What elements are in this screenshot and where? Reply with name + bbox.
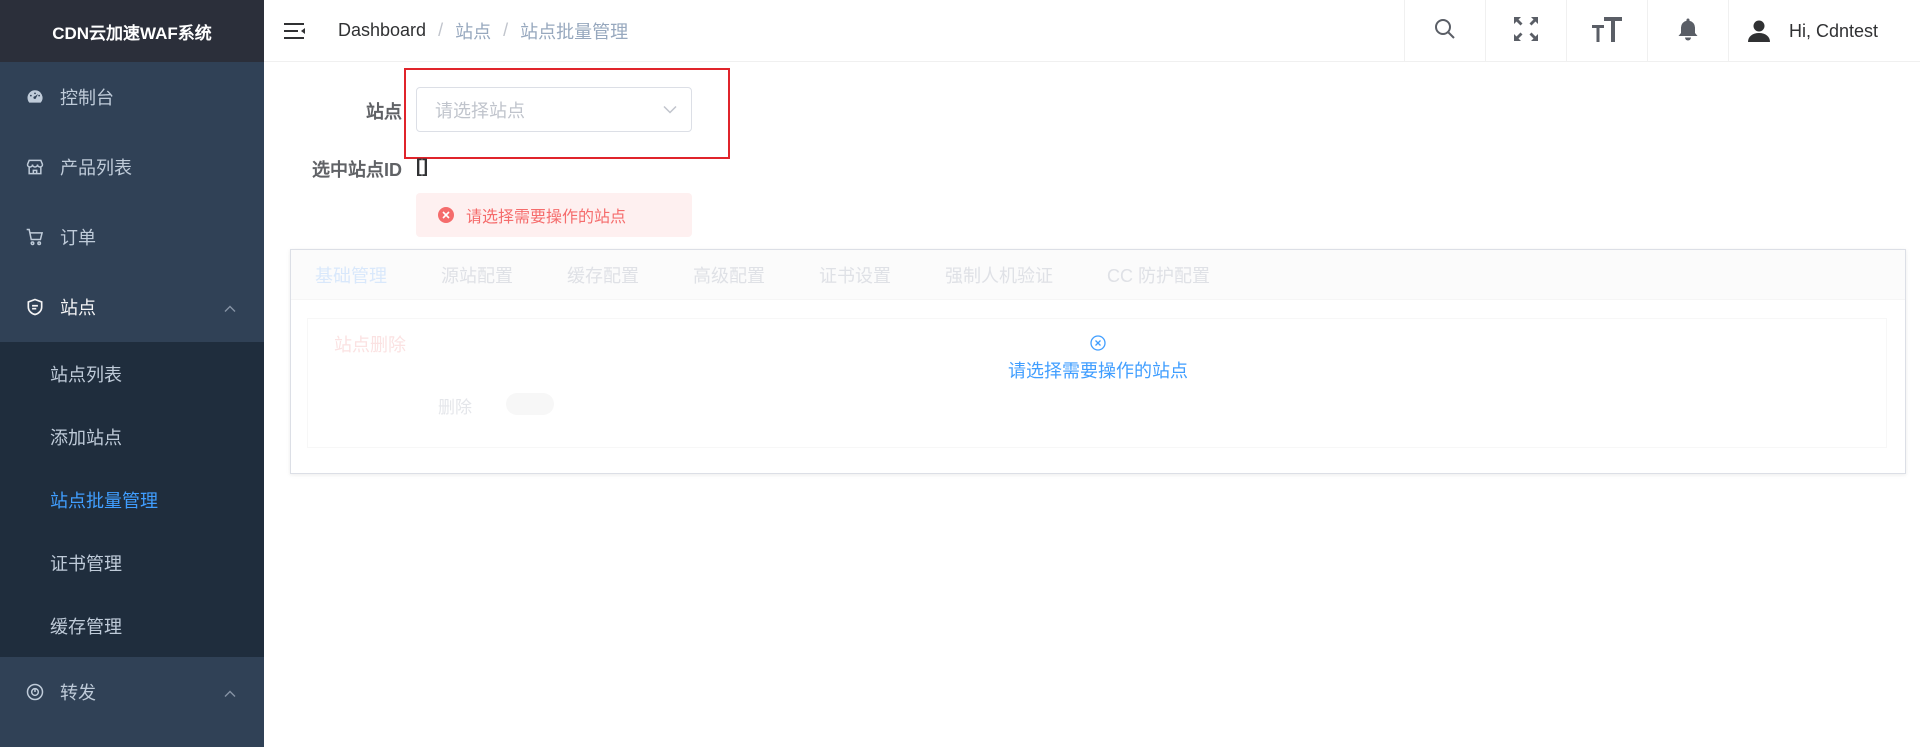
sidebar-item-label: 订单 [60, 228, 96, 248]
chevron-up-icon [224, 297, 236, 318]
sidebar-item-sites[interactable]: 站点 [0, 272, 264, 342]
cart-icon [24, 226, 46, 248]
sidebar-item-forward[interactable]: 转发 [0, 657, 264, 727]
error-circle-icon [438, 207, 454, 223]
site-label: 站点 [366, 102, 402, 122]
font-size-button[interactable] [1565, 0, 1647, 62]
selected-ids-value: [] [416, 156, 428, 176]
sidebar-item-orders[interactable]: 订单 [0, 202, 264, 272]
site-select[interactable]: 请选择站点 [416, 87, 692, 132]
breadcrumb-separator: / [438, 20, 444, 40]
breadcrumb-dashboard[interactable]: Dashboard [338, 20, 426, 41]
tab-advanced-config[interactable]: 高级配置 [693, 262, 765, 288]
sidebar-item-cert-manage[interactable]: 证书管理 [0, 531, 264, 594]
sidebar-item-site-list[interactable]: 站点列表 [0, 342, 264, 405]
breadcrumb-sites: 站点 [455, 21, 492, 42]
batch-settings-panel: 基础管理 源站配置 缓存配置 高级配置 证书设置 强制人机验证 CC 防护配置 … [290, 249, 1906, 474]
delete-label: 删除 [438, 398, 472, 417]
search-button[interactable] [1403, 0, 1485, 62]
empty-overlay-text: 请选择需要操作的站点 [1008, 361, 1188, 381]
fullscreen-icon [1511, 14, 1541, 49]
tab-cert-settings[interactable]: 证书设置 [819, 262, 891, 288]
sidebar-item-add-site[interactable]: 添加站点 [0, 405, 264, 468]
header-actions: Hi, Cdntest [1403, 0, 1920, 62]
tab-captcha[interactable]: 强制人机验证 [945, 262, 1053, 288]
empty-overlay: 请选择需要操作的站点 [291, 335, 1905, 383]
store-icon [24, 156, 46, 178]
settings-tabs: 基础管理 源站配置 缓存配置 高级配置 证书设置 强制人机验证 CC 防护配置 [291, 250, 1905, 300]
sidebar-item-products[interactable]: 产品列表 [0, 132, 264, 202]
selected-ids-label: 选中站点ID [312, 160, 402, 180]
breadcrumb: Dashboard / 站点 / 站点批量管理 [338, 18, 628, 44]
search-icon [1433, 17, 1457, 46]
main-content: 站点 请选择站点 选中站点ID [] 请选择需要操作的站点 基础管理 源站配置 … [264, 63, 1920, 747]
sidebar-item-label: 站点 [60, 298, 96, 318]
delete-toggle[interactable] [506, 393, 554, 415]
tab-cache-config[interactable]: 缓存配置 [567, 262, 639, 288]
sites-submenu: 站点列表 添加站点 站点批量管理 证书管理 缓存管理 [0, 342, 264, 657]
text-size-icon [1590, 14, 1624, 49]
site-select-placeholder: 请选择站点 [435, 100, 525, 121]
sidebar-item-cache-manage[interactable]: 缓存管理 [0, 594, 264, 657]
sidebar-item-label: 控制台 [60, 88, 114, 108]
collapse-menu-icon[interactable] [284, 19, 308, 43]
bell-icon [1677, 17, 1699, 46]
sidebar-item-label: 转发 [60, 683, 96, 703]
shield-icon [24, 296, 46, 318]
error-alert-text: 请选择需要操作的站点 [466, 209, 627, 226]
fullscreen-button[interactable] [1484, 0, 1566, 62]
dashboard-icon [24, 86, 46, 108]
breadcrumb-current: 站点批量管理 [520, 21, 629, 42]
sidebar: CDN云加速WAF系统 控制台 产品列表 订单 站点 站点列表 添加站点 站点批… [0, 0, 264, 747]
sidebar-item-label: 产品列表 [60, 158, 132, 178]
error-alert: 请选择需要操作的站点 [416, 193, 692, 237]
top-header: Dashboard / 站点 / 站点批量管理 Hi, Cdntest [264, 0, 1920, 62]
user-menu[interactable]: Hi, Cdntest [1727, 0, 1920, 62]
user-icon [1747, 19, 1771, 43]
user-greeting: Hi, Cdntest [1788, 20, 1878, 41]
close-circle-icon [291, 335, 1905, 351]
chevron-up-icon [224, 682, 236, 703]
sidebar-item-dashboard[interactable]: 控制台 [0, 62, 264, 132]
tab-origin-config[interactable]: 源站配置 [441, 262, 513, 288]
app-logo-title: CDN云加速WAF系统 [0, 0, 264, 62]
forward-icon [24, 681, 46, 703]
tab-cc-protection[interactable]: CC 防护配置 [1107, 262, 1210, 288]
notifications-button[interactable] [1646, 0, 1728, 62]
tab-basic-management[interactable]: 基础管理 [315, 262, 387, 288]
sidebar-item-site-batch-manage[interactable]: 站点批量管理 [0, 468, 264, 531]
chevron-down-icon [663, 105, 677, 114]
breadcrumb-separator: / [503, 20, 509, 40]
